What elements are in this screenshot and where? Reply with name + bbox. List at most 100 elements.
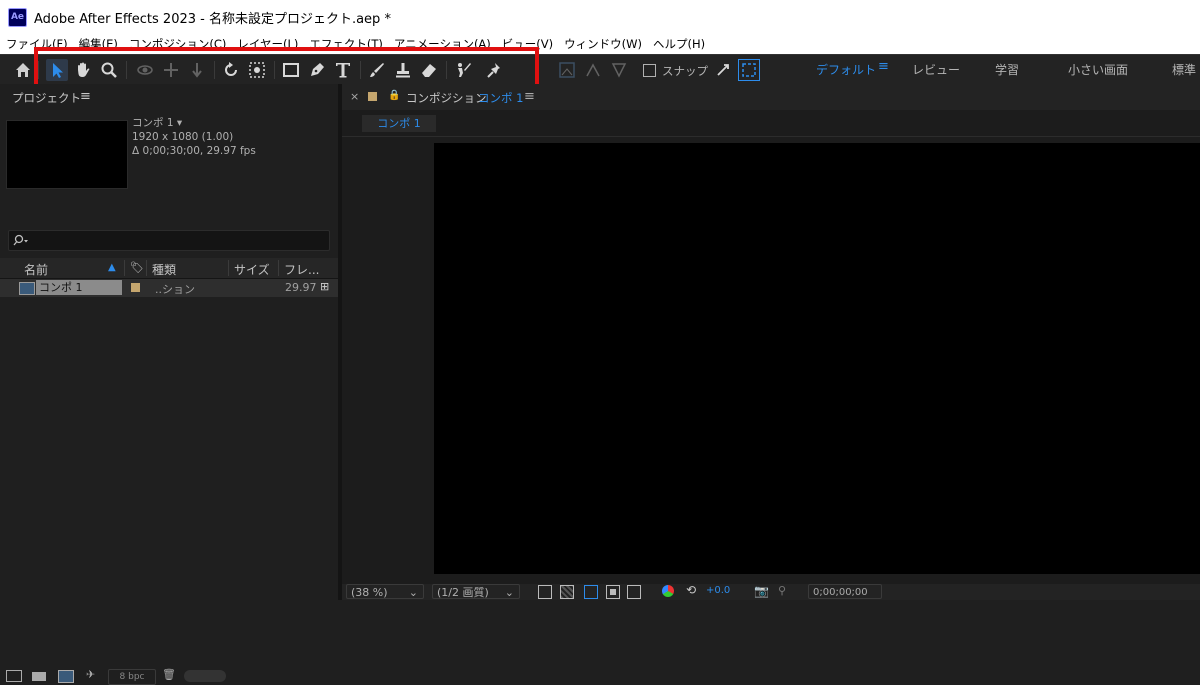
local-axis-icon[interactable] — [556, 59, 578, 81]
column-type[interactable]: 種類 — [152, 261, 176, 278]
dolly-camera-icon[interactable] — [186, 59, 208, 81]
show-snapshot-icon[interactable]: ⚲ — [778, 584, 786, 597]
toolbar-separator — [446, 61, 447, 79]
workspace-review[interactable]: レビュー — [912, 61, 960, 78]
home-icon[interactable] — [12, 59, 34, 81]
composition-tab-name[interactable]: コンポ 1 — [478, 90, 523, 106]
color-channels-icon[interactable] — [662, 585, 674, 597]
fast-previews-icon[interactable] — [538, 585, 552, 599]
pan-camera-icon[interactable] — [160, 59, 182, 81]
puppet-pin-tool-icon[interactable] — [484, 59, 506, 81]
chevron-down-icon: ⌄ — [408, 586, 418, 599]
search-icon — [13, 234, 28, 246]
composition-tab-header: × 🔒 コンポジション コンポ 1 ≡ — [342, 84, 1200, 110]
adjust-settings-icon[interactable]: ✈ — [86, 668, 95, 681]
workspace-default[interactable]: デフォルト — [816, 61, 876, 78]
transparency-grid-icon[interactable] — [560, 585, 574, 599]
orbit-camera-icon[interactable] — [134, 59, 156, 81]
snap-checkbox[interactable] — [642, 59, 656, 81]
menu-animation[interactable]: アニメーション(A) — [394, 36, 491, 52]
column-name[interactable]: 名前 — [24, 261, 48, 278]
eraser-tool-icon[interactable] — [418, 59, 440, 81]
panel-menu-icon[interactable]: ≡ — [524, 89, 535, 104]
bit-depth-button[interactable]: 8 bpc — [108, 669, 156, 685]
snap-label: スナップ — [662, 64, 708, 78]
pen-tool-icon[interactable] — [306, 59, 328, 81]
menu-composition[interactable]: コンポジション(C) — [129, 36, 227, 52]
mask-visibility-icon[interactable] — [584, 585, 598, 599]
project-item-type: ..ション — [155, 283, 195, 296]
exposure-value[interactable]: +0.0 — [706, 585, 730, 596]
zoom-dropdown[interactable]: (38 %) ⌄ — [346, 584, 424, 599]
menu-file[interactable]: ファイル(F) — [6, 36, 68, 52]
new-composition-icon[interactable] — [58, 670, 74, 683]
reset-exposure-icon[interactable]: ⟲ — [686, 583, 696, 597]
sort-ascending-icon[interactable]: ▲ — [108, 262, 116, 273]
comp-navigator-tab[interactable]: コンポ 1 — [362, 115, 436, 132]
clone-stamp-tool-icon[interactable] — [392, 59, 414, 81]
hand-tool-icon[interactable] — [72, 59, 94, 81]
rectangle-tool-icon[interactable] — [280, 59, 302, 81]
resolution-dropdown[interactable]: (1/2 画質) ⌄ — [432, 584, 520, 599]
roto-brush-tool-icon[interactable] — [452, 59, 474, 81]
pan-behind-tool-icon[interactable] — [246, 59, 268, 81]
lock-icon[interactable]: 🔒 — [388, 90, 400, 101]
view-axis-icon[interactable] — [608, 59, 630, 81]
project-item-name[interactable]: コンポ 1 — [36, 280, 122, 295]
selection-tool-icon[interactable] — [46, 59, 68, 81]
world-axis-icon[interactable] — [582, 59, 604, 81]
menu-help[interactable]: ヘルプ(H) — [653, 36, 705, 52]
footer-scroll-handle[interactable] — [184, 670, 226, 682]
composition-icon — [19, 282, 35, 295]
flowchart-icon[interactable]: ⊞ — [320, 280, 329, 293]
current-time-display[interactable]: 0;00;00;00 — [808, 584, 882, 599]
interpret-footage-icon[interactable] — [6, 670, 22, 682]
comp-info: コンポ 1 ▾ 1920 x 1080 (1.00) Δ 0;00;30;00,… — [132, 116, 256, 158]
project-item-frame-rate: 29.97 — [285, 281, 317, 294]
after-effects-logo: Ae — [8, 7, 27, 27]
toolbar-separator — [126, 61, 127, 79]
workspace-standard[interactable]: 標準 — [1172, 61, 1196, 78]
project-column-header: 名前 ▲ 🏷 種類 サイズ フレ... — [0, 258, 338, 279]
close-icon[interactable]: × — [350, 90, 359, 103]
menu-window[interactable]: ウィンドウ(W) — [564, 36, 642, 52]
label-color-swatch — [368, 92, 377, 101]
new-folder-icon[interactable] — [32, 672, 46, 681]
title-bar: Ae Adobe After Effects 2023 - 名称未設定プロジェク… — [0, 0, 1200, 34]
composition-canvas[interactable] — [434, 143, 1200, 574]
workspace-learn[interactable]: 学習 — [995, 61, 1019, 78]
label-tag-icon[interactable]: 🏷 — [130, 261, 144, 274]
menu-effect[interactable]: エフェクト(T) — [309, 36, 383, 52]
menu-bar: ファイル(F) 編集(E) コンポジション(C) レイヤー(L) エフェクト(T… — [0, 34, 1200, 54]
workspace-menu-icon[interactable]: ≡ — [878, 59, 889, 74]
column-frame-rate[interactable]: フレ... — [284, 261, 319, 278]
toolbar-separator — [274, 61, 275, 79]
window-title: Adobe After Effects 2023 - 名称未設定プロジェクト.a… — [34, 11, 391, 27]
project-item-row[interactable]: コンポ 1 ..ション 29.97 ⊞ — [0, 279, 338, 297]
zoom-tool-icon[interactable] — [98, 59, 120, 81]
snap-options-icon[interactable] — [712, 59, 734, 81]
panel-menu-icon[interactable]: ≡ — [80, 89, 91, 104]
snapshot-icon[interactable]: 📷 — [754, 584, 769, 598]
label-color-swatch[interactable] — [131, 283, 140, 292]
trash-icon[interactable]: 🗑 — [162, 668, 176, 681]
project-tab[interactable]: プロジェクト — [12, 90, 81, 106]
comp-info-dimensions: 1920 x 1080 (1.00) — [132, 131, 234, 143]
menu-edit[interactable]: 編集(E) — [79, 36, 118, 52]
rotation-tool-icon[interactable] — [220, 59, 242, 81]
menu-view[interactable]: ビュー(V) — [502, 36, 553, 52]
menu-layer[interactable]: レイヤー(L) — [237, 36, 298, 52]
type-tool-icon[interactable] — [332, 59, 354, 81]
workspace-small-screen[interactable]: 小さい画面 — [1068, 61, 1128, 78]
grid-guides-icon[interactable] — [627, 585, 641, 599]
column-size[interactable]: サイズ — [234, 261, 270, 278]
brush-tool-icon[interactable] — [366, 59, 388, 81]
toolbar-separator — [38, 61, 39, 79]
viewer-controls: (38 %) ⌄ (1/2 画質) ⌄ ⟲ +0.0 📷 ⚲ 0;00;00;0… — [342, 583, 1200, 600]
comp-info-name[interactable]: コンポ 1 ▾ — [132, 116, 256, 130]
region-of-interest-icon[interactable] — [606, 585, 620, 599]
composition-tab-label[interactable]: コンポジション — [406, 90, 487, 106]
snap-target-icon[interactable] — [738, 59, 760, 81]
project-search-input[interactable] — [8, 230, 330, 251]
tools-toolbar: スナップ — [0, 54, 1200, 86]
